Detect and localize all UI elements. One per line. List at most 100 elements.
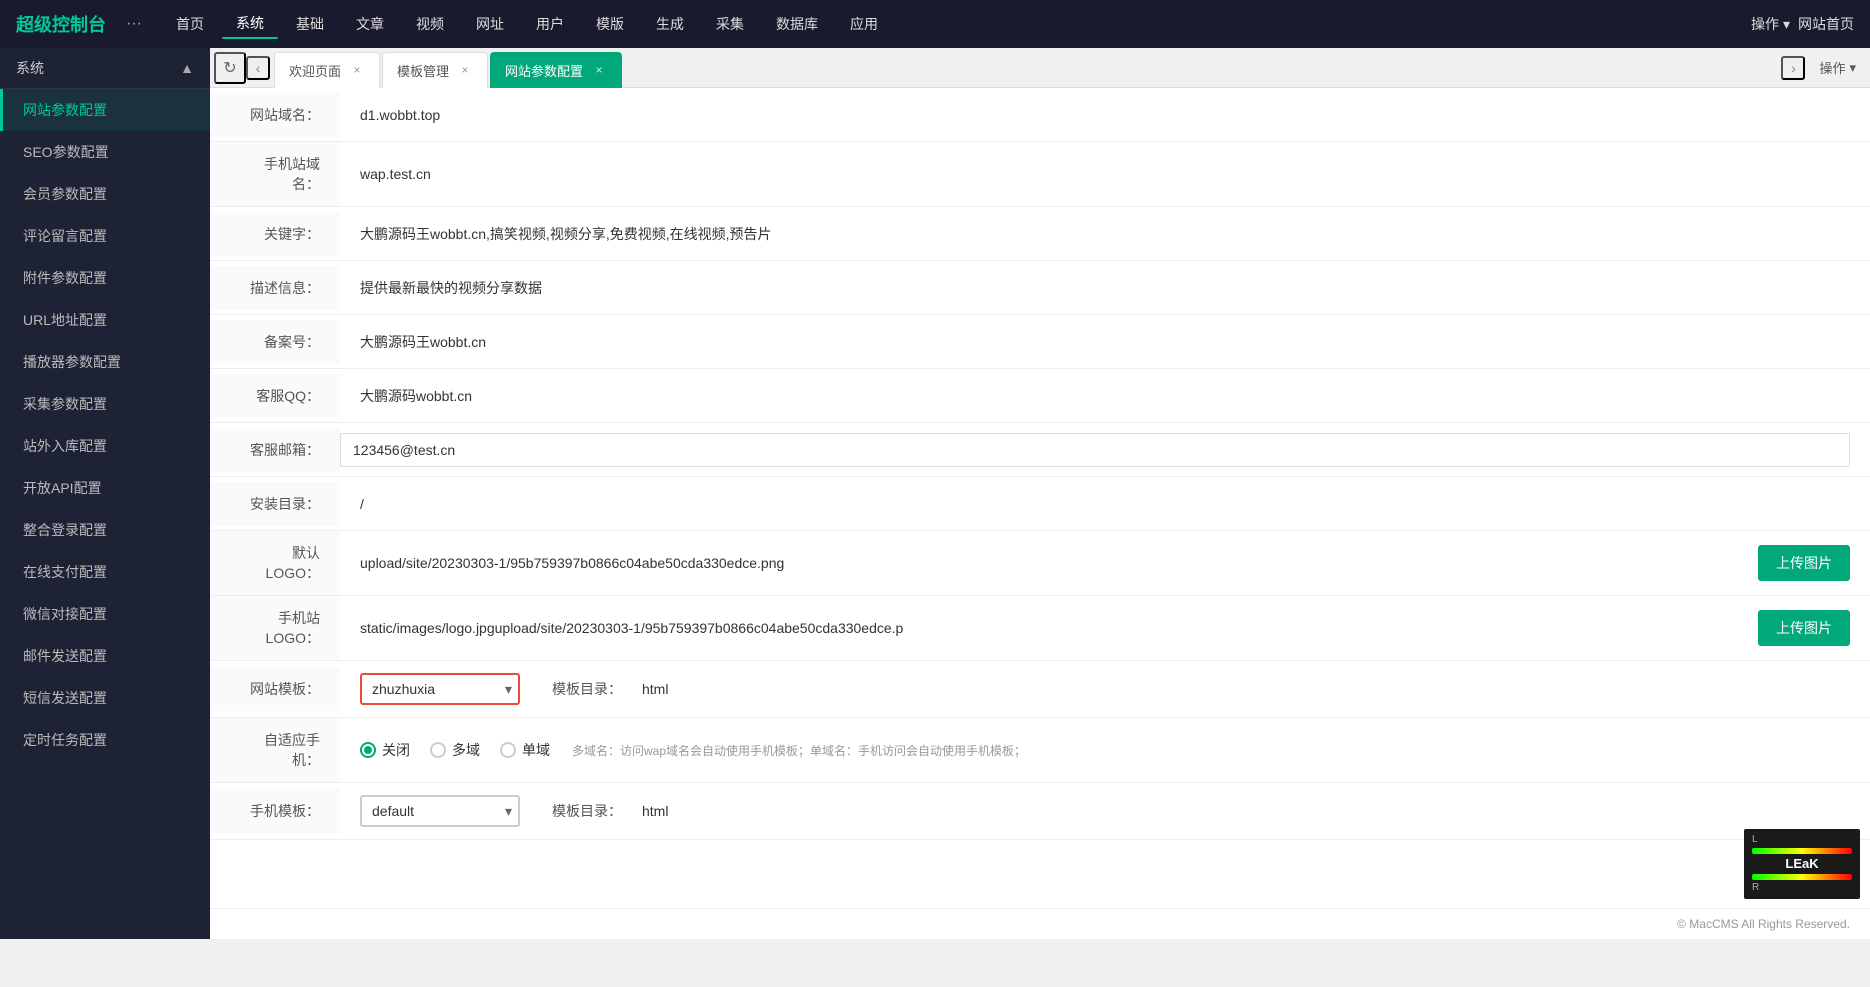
dots-icon: ··· xyxy=(126,15,142,33)
radio-closed-label: 关闭 xyxy=(382,740,410,760)
radio-closed-circle xyxy=(360,742,376,758)
sidebar-item-external-config[interactable]: 站外入库配置 xyxy=(0,425,210,467)
form-row-install-dir: 安装目录： / xyxy=(210,477,1870,531)
template-dir-label: 模板目录： xyxy=(552,679,622,699)
nav-system[interactable]: 系统 xyxy=(222,9,278,39)
radio-multi[interactable]: 多域 xyxy=(430,740,480,760)
mobile-template-select[interactable]: default xyxy=(360,795,520,827)
radio-closed[interactable]: 关闭 xyxy=(360,740,410,760)
mobile-template-dir-label: 模板目录： xyxy=(552,801,622,821)
tab-nav-arrows: ‹ xyxy=(246,56,270,80)
value-keywords: 大鹏源码王wobbt.cn,搞笑视频,视频分享,免费视频,在线视频,预告片 xyxy=(340,212,1870,256)
install-dir-text: / xyxy=(360,496,364,512)
form-row-adaptive: 自适应手机： 关闭 多域 单域 xyxy=(210,718,1870,783)
tab-operations-button[interactable]: 操作 ▾ xyxy=(1809,54,1866,81)
sidebar-collapse-icon[interactable]: ▲ xyxy=(180,60,194,76)
nav-url[interactable]: 网址 xyxy=(462,10,518,38)
value-default-logo: upload/site/20230303-1/95b759397b0866c04… xyxy=(340,533,1870,593)
sidebar-item-email-config[interactable]: 邮件发送配置 xyxy=(0,635,210,677)
sidebar-item-payment-config[interactable]: 在线支付配置 xyxy=(0,551,210,593)
sidebar-item-seo-config[interactable]: SEO参数配置 xyxy=(0,131,210,173)
nav-database[interactable]: 数据库 xyxy=(762,10,832,38)
label-domain: 网站域名： xyxy=(210,93,340,137)
label-email: 客服邮箱： xyxy=(210,428,340,472)
sidebar-item-wechat-config[interactable]: 微信对接配置 xyxy=(0,593,210,635)
label-keywords: 关键字： xyxy=(210,212,340,256)
nav-generate[interactable]: 生成 xyxy=(642,10,698,38)
value-mobile-domain: wap.test.cn xyxy=(340,154,1870,194)
nav-home[interactable]: 首页 xyxy=(162,10,218,38)
form-row-default-logo: 默认LOGO： upload/site/20230303-1/95b759397… xyxy=(210,531,1870,596)
leak-label: LEaK xyxy=(1752,855,1852,873)
site-home-button[interactable]: 网站首页 xyxy=(1798,14,1854,34)
sidebar: 系统 ▲ 网站参数配置 SEO参数配置 会员参数配置 评论留言配置 附件参数配置… xyxy=(0,48,210,939)
sidebar-item-comment-config[interactable]: 评论留言配置 xyxy=(0,215,210,257)
tab-right: › 操作 ▾ xyxy=(1781,54,1866,81)
mobile-template-select-wrapper: default ▾ xyxy=(360,795,520,827)
nav-app[interactable]: 应用 xyxy=(836,10,892,38)
tab-template-close[interactable]: × xyxy=(457,62,473,78)
sidebar-item-attachment-config[interactable]: 附件参数配置 xyxy=(0,257,210,299)
tab-next-button[interactable]: › xyxy=(1781,56,1805,80)
domain-text: d1.wobbt.top xyxy=(360,107,440,123)
content-area: 网站域名： d1.wobbt.top 手机站域名： wap.test.cn 关键… xyxy=(210,88,1870,908)
nav-article[interactable]: 文章 xyxy=(342,10,398,38)
value-mobile-template: default ▾ 模板目录： html xyxy=(340,783,1870,839)
template-select-wrapper: zhuzhuxia ▾ xyxy=(360,673,520,705)
sidebar-item-collect-config[interactable]: 采集参数配置 xyxy=(0,383,210,425)
tab-template-mgmt[interactable]: 模板管理 × xyxy=(382,52,488,88)
nav-collect[interactable]: 采集 xyxy=(702,10,758,38)
top-nav: 超级控制台 ··· 首页 系统 基础 文章 视频 网址 用户 模版 生成 采集 … xyxy=(0,0,1870,48)
value-adaptive: 关闭 多域 单域 多域名：访问wap域名会自动使用手机模板；单域名：手机访问会自… xyxy=(340,728,1870,772)
form-row-icp: 备案号： 大鹏源码王wobbt.cn xyxy=(210,315,1870,369)
form-row-qq: 客服QQ： 大鹏源码wobbt.cn xyxy=(210,369,1870,423)
label-install-dir: 安装目录： xyxy=(210,482,340,526)
nav-template[interactable]: 模版 xyxy=(582,10,638,38)
nav-video[interactable]: 视频 xyxy=(402,10,458,38)
tab-website-close[interactable]: × xyxy=(591,62,607,78)
label-description: 描述信息： xyxy=(210,266,340,310)
sidebar-item-login-config[interactable]: 整合登录配置 xyxy=(0,509,210,551)
sidebar-item-task-config[interactable]: 定时任务配置 xyxy=(0,719,210,761)
default-logo-path: upload/site/20230303-1/95b759397b0866c04… xyxy=(360,555,1746,571)
form-row-email: 客服邮箱： 123456@test.cn xyxy=(210,423,1870,477)
upload-default-logo-button[interactable]: 上传图片 xyxy=(1758,545,1850,581)
nav-basic[interactable]: 基础 xyxy=(282,10,338,38)
sidebar-item-sms-config[interactable]: 短信发送配置 xyxy=(0,677,210,719)
tab-website-config[interactable]: 网站参数配置 × xyxy=(490,52,622,88)
radio-single-label: 单域 xyxy=(522,740,550,760)
label-default-logo: 默认LOGO： xyxy=(210,531,340,595)
keywords-text: 大鹏源码王wobbt.cn,搞笑视频,视频分享,免费视频,在线视频,预告片 xyxy=(360,224,771,244)
radio-single[interactable]: 单域 xyxy=(500,740,550,760)
tab-welcome-close[interactable]: × xyxy=(349,62,365,78)
nav-items: 首页 系统 基础 文章 视频 网址 用户 模版 生成 采集 数据库 应用 xyxy=(162,9,1751,39)
value-mobile-logo: static/images/logo.jpgupload/site/202303… xyxy=(340,598,1870,658)
tab-bar: ↻ ‹ 欢迎页面 × 模板管理 × 网站参数配置 × › xyxy=(210,48,1870,88)
refresh-button[interactable]: ↻ xyxy=(214,52,246,84)
value-icp: 大鹏源码王wobbt.cn xyxy=(340,320,1870,364)
sidebar-item-website-config[interactable]: 网站参数配置 xyxy=(0,89,210,131)
value-template: zhuzhuxia ▾ 模板目录： html xyxy=(340,661,1870,717)
sidebar-item-api-config[interactable]: 开放API配置 xyxy=(0,467,210,509)
sidebar-item-member-config[interactable]: 会员参数配置 xyxy=(0,173,210,215)
nav-user[interactable]: 用户 xyxy=(522,10,578,38)
email-text: 123456@test.cn xyxy=(353,442,455,458)
op-chevron-icon: ▾ xyxy=(1783,16,1790,33)
form-row-description: 描述信息： 提供最新最快的视频分享数据 xyxy=(210,261,1870,315)
sidebar-item-url-config[interactable]: URL地址配置 xyxy=(0,299,210,341)
upload-mobile-logo-button[interactable]: 上传图片 xyxy=(1758,610,1850,646)
value-email: 123456@test.cn xyxy=(340,433,1850,467)
tab-welcome[interactable]: 欢迎页面 × xyxy=(274,52,380,88)
tab-prev-button[interactable]: ‹ xyxy=(246,56,270,80)
radio-multi-circle xyxy=(430,742,446,758)
form-row-keywords: 关键字： 大鹏源码王wobbt.cn,搞笑视频,视频分享,免费视频,在线视频,预… xyxy=(210,207,1870,261)
mobile-logo-path: static/images/logo.jpgupload/site/202303… xyxy=(360,620,1746,636)
template-select[interactable]: zhuzhuxia xyxy=(360,673,520,705)
op-button[interactable]: 操作 ▾ xyxy=(1751,14,1790,34)
sidebar-item-player-config[interactable]: 播放器参数配置 xyxy=(0,341,210,383)
sidebar-title: 系统 xyxy=(16,58,44,78)
value-domain: d1.wobbt.top xyxy=(340,95,1870,135)
value-install-dir: / xyxy=(340,484,1870,524)
label-template: 网站模板： xyxy=(210,667,340,711)
adaptive-radio-group: 关闭 多域 单域 xyxy=(360,740,550,760)
